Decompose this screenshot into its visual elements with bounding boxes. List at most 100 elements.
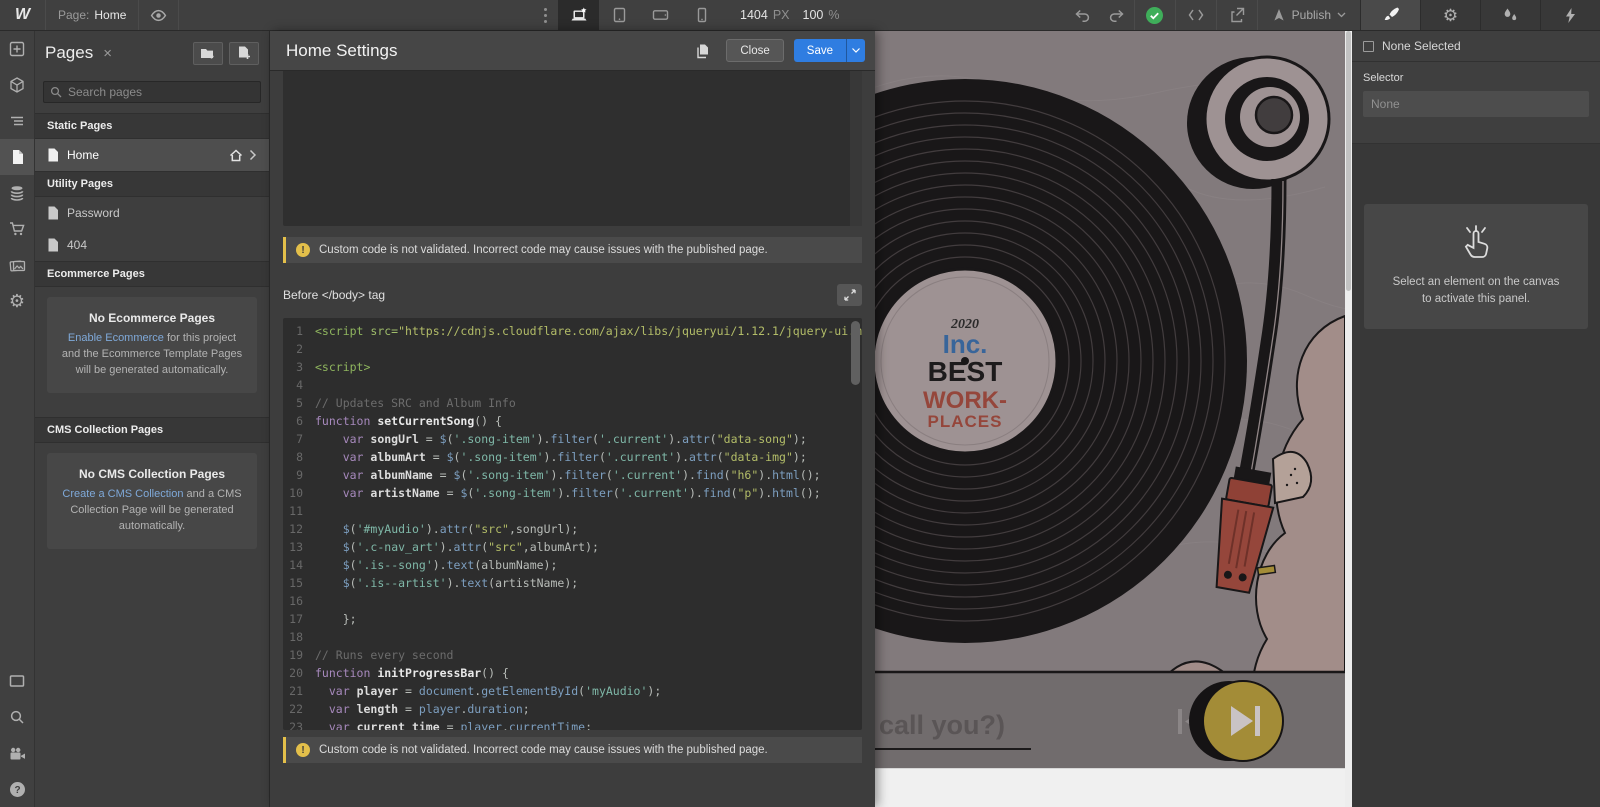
pages-search[interactable]	[43, 81, 261, 103]
head-code-editor-tail[interactable]	[283, 71, 862, 226]
expand-editor-button[interactable]	[837, 284, 862, 306]
style-panel: None Selected Selector Select an element…	[1352, 31, 1600, 807]
page-indicator[interactable]: Page: Home	[46, 0, 139, 30]
selection-status: None Selected	[1382, 39, 1461, 53]
warning-text: Custom code is not validated. Incorrect …	[319, 244, 768, 256]
breakpoint-switcher: 1404 PX 100 %	[532, 0, 839, 30]
expand-icon	[844, 289, 856, 301]
chevron-down-icon	[1337, 12, 1346, 18]
tab-interactions-panel[interactable]	[1480, 0, 1540, 30]
canvas-scrollbar[interactable]	[1345, 31, 1352, 807]
preview-button[interactable]	[139, 0, 179, 30]
editor-scrollbar[interactable]	[851, 321, 860, 385]
code-lines: 1<script src="https://cdnjs.cloudflare.c…	[283, 322, 862, 730]
save-button[interactable]: Save	[794, 39, 846, 62]
page-label: Page:	[58, 8, 89, 22]
close-button[interactable]: Close	[726, 39, 783, 62]
ecommerce-button[interactable]	[0, 211, 34, 247]
images-icon	[9, 258, 26, 273]
before-body-tag-label: Before </body> tag	[283, 288, 385, 302]
laptop-star-icon	[570, 7, 588, 24]
pages-search-input[interactable]	[68, 85, 254, 99]
page-row-label: 404	[67, 238, 87, 252]
page-row-label: Password	[67, 206, 120, 220]
zoom-value[interactable]: 100	[803, 8, 824, 22]
webflow-logo[interactable]: W	[0, 0, 46, 30]
empty-hint-line1: Select an element on the canvas	[1393, 276, 1560, 288]
help-button[interactable]: ?	[0, 771, 34, 807]
custom-code-warning: ! Custom code is not validated. Incorrec…	[283, 737, 862, 763]
warning-icon: !	[296, 243, 310, 257]
tablet-icon	[612, 7, 627, 23]
navigator-button[interactable]	[0, 103, 34, 139]
tab-style-panel[interactable]	[1360, 0, 1420, 30]
screen-icon	[9, 674, 25, 688]
empty-state-title: No Ecommerce Pages	[59, 311, 245, 325]
cms-button[interactable]	[0, 175, 34, 211]
project-settings-button[interactable]: ⚙	[0, 283, 34, 319]
search-icon	[50, 86, 62, 98]
publish-label: Publish	[1292, 8, 1331, 22]
duplicate-page-button[interactable]	[688, 39, 716, 63]
section-ecommerce-pages: Ecommerce Pages	[35, 261, 269, 287]
doc-icon	[47, 238, 59, 252]
selector-input[interactable]	[1363, 91, 1589, 117]
pages-button[interactable]	[0, 139, 34, 175]
search-icon	[9, 709, 25, 725]
assets-button[interactable]	[0, 247, 34, 283]
ecommerce-empty-state: No Ecommerce Pages Enable Ecommerce for …	[47, 297, 257, 393]
page-row-label: Home	[67, 148, 99, 162]
pages-panel-title: Pages	[45, 43, 93, 63]
gear-icon: ⚙	[9, 292, 25, 310]
symbols-button[interactable]	[0, 67, 34, 103]
export-code-button[interactable]	[1176, 0, 1216, 30]
doc-icon	[47, 148, 59, 162]
page-row-password[interactable]: Password	[35, 197, 269, 229]
redo-button[interactable]	[1100, 0, 1134, 30]
share-button[interactable]	[1217, 0, 1257, 30]
more-menu-button[interactable]	[532, 0, 558, 30]
add-folder-button[interactable]	[193, 42, 223, 65]
left-toolbar: ⚙ ?	[0, 31, 35, 807]
breakpoint-tablet-button[interactable]	[599, 0, 640, 30]
add-elements-button[interactable]	[0, 31, 34, 67]
warning-icon: !	[296, 743, 310, 757]
breakpoint-mobile-portrait-button[interactable]	[681, 0, 722, 30]
save-options-button[interactable]	[846, 39, 865, 62]
chevron-right-icon[interactable]	[249, 149, 257, 161]
px-unit: PX	[773, 8, 790, 22]
paintbrush-icon	[1382, 6, 1400, 24]
breakpoint-mobile-landscape-button[interactable]	[640, 0, 681, 30]
hide-ui-button[interactable]	[0, 663, 34, 699]
enable-ecommerce-link[interactable]: Enable Ecommerce	[68, 332, 164, 344]
zoom-button[interactable]	[0, 699, 34, 735]
page-icon	[10, 149, 25, 165]
selector-label: Selector	[1363, 72, 1589, 84]
selection-checkbox[interactable]	[1363, 41, 1374, 52]
doc-icon	[47, 206, 59, 220]
body-code-editor[interactable]: 1<script src="https://cdnjs.cloudflare.c…	[283, 318, 862, 730]
canvas-artwork: 2020 Inc. BEST WORK- PLACES	[875, 31, 1345, 807]
create-cms-collection-link[interactable]: Create a CMS Collection	[62, 488, 183, 500]
tab-audit-panel[interactable]	[1540, 0, 1600, 30]
folder-plus-icon	[200, 47, 216, 60]
home-icon	[229, 149, 243, 162]
breakpoint-desktop-button[interactable]	[558, 0, 599, 30]
top-bar: W Page: Home	[0, 0, 1600, 31]
canvas-width-value: 1404	[740, 8, 768, 22]
add-page-button[interactable]	[229, 42, 259, 65]
canvas-size-indicator: 1404 PX 100 %	[740, 0, 839, 30]
phone-portrait-icon	[696, 7, 708, 23]
undo-button[interactable]	[1066, 0, 1100, 30]
close-icon[interactable]: ×	[103, 45, 112, 62]
next-track-button[interactable]	[1189, 681, 1283, 761]
tab-settings-panel[interactable]: ⚙	[1420, 0, 1480, 30]
saved-status-button[interactable]	[1135, 0, 1175, 30]
top-bar-actions: Publish ⚙	[1066, 0, 1600, 30]
page-row-home[interactable]: Home	[35, 139, 269, 171]
page-row-404[interactable]: 404	[35, 229, 269, 261]
video-tutorials-button[interactable]	[0, 735, 34, 771]
design-canvas[interactable]: 2020 Inc. BEST WORK- PLACES	[875, 31, 1352, 807]
modal-title: Home Settings	[286, 41, 398, 61]
publish-button[interactable]: Publish	[1258, 0, 1360, 30]
